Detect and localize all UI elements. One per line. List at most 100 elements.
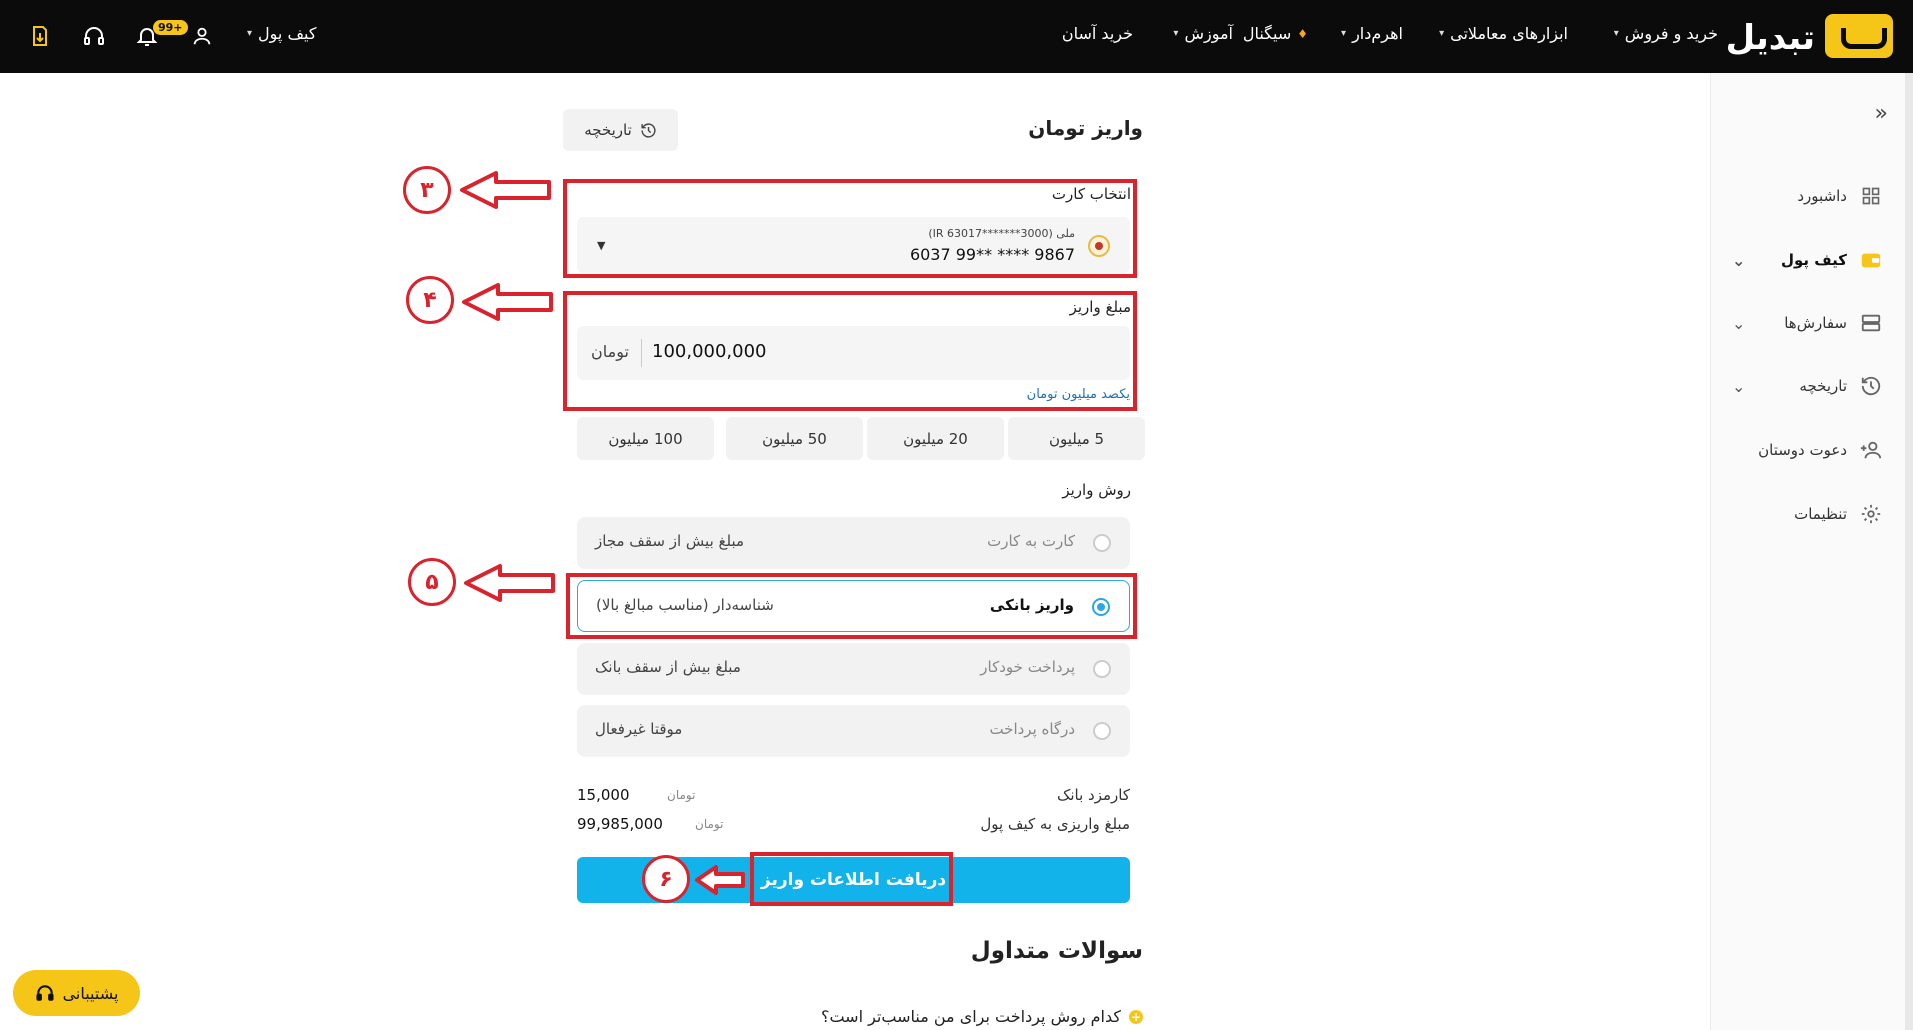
chevron-down-icon[interactable]: ⌄ bbox=[1732, 314, 1745, 333]
annotation-step-3: ۳ bbox=[403, 166, 451, 214]
fire-icon: ♦ bbox=[1297, 26, 1308, 41]
collapse-sidebar-icon[interactable]: » bbox=[1875, 101, 1888, 126]
fee-value: 99,985,000 bbox=[577, 815, 663, 833]
wallet-menu-label: کیف پول bbox=[258, 24, 317, 43]
history-icon bbox=[641, 122, 656, 138]
nav-label: ابزارهای معاملاتی bbox=[1450, 24, 1568, 43]
sidebar-item-history[interactable]: تاریخچه ⌄ bbox=[1710, 364, 1913, 408]
annotation-step-4: ۴ bbox=[406, 276, 454, 324]
sidebar-item-label: تاریخچه bbox=[1799, 377, 1847, 395]
nav-trading-tools[interactable]: ابزارهای معاملاتی ▾ bbox=[1439, 24, 1568, 43]
faq-title: سوالات متداول bbox=[970, 938, 1143, 964]
sidebar-item-label: تنظیمات bbox=[1794, 505, 1847, 523]
grid-icon bbox=[1859, 184, 1883, 208]
method-note: موقتا غیرفعال bbox=[595, 720, 683, 738]
sidebar-item-label: کیف پول bbox=[1781, 251, 1847, 269]
nav-label: اهرم‌دار bbox=[1352, 24, 1403, 43]
nav-label: سیگنال bbox=[1242, 24, 1292, 43]
method-payment-gateway[interactable]: درگاه پرداخت موقتا غیرفعال bbox=[577, 705, 1130, 757]
history-button[interactable]: تاریخچه bbox=[563, 109, 678, 151]
scrollbar[interactable] bbox=[1905, 73, 1913, 1030]
sidebar-item-label: دعوت دوستان bbox=[1758, 441, 1847, 459]
fee-label: مبلغ واریزی به کیف پول bbox=[980, 815, 1130, 833]
radio-button[interactable] bbox=[1093, 660, 1111, 678]
user-icon[interactable] bbox=[188, 22, 216, 50]
quick-amount-100m[interactable]: 100 میلیون bbox=[577, 417, 714, 460]
nav-label: آموزش bbox=[1184, 24, 1233, 43]
wallet-menu[interactable]: کیف پول ▾ bbox=[247, 24, 316, 43]
sidebar-item-invite[interactable]: دعوت دوستان bbox=[1710, 428, 1913, 472]
quick-amount-20m[interactable]: 20 میلیون bbox=[867, 417, 1004, 460]
top-navbar: تبدیل خرید و فروش ▾ ابزارهای معاملاتی ▾ اه… bbox=[0, 0, 1913, 73]
nav-label: خرید آسان bbox=[1061, 24, 1133, 43]
history-icon bbox=[1859, 374, 1883, 398]
wallet-icon bbox=[1859, 248, 1883, 272]
radio-button[interactable] bbox=[1093, 534, 1111, 552]
faq-question-text: کدام روش پرداخت برای من مناسب‌تر است؟ bbox=[820, 1007, 1121, 1026]
method-card-to-card[interactable]: کارت به کارت مبلغ بیش از سقف مجاز bbox=[577, 517, 1130, 569]
wallet-deposit-row: مبلغ واریزی به کیف پول تومان 99,985,000 bbox=[577, 815, 1130, 839]
headset-icon bbox=[36, 985, 54, 1001]
chevron-down-icon: ▾ bbox=[1613, 28, 1619, 39]
headset-icon[interactable] bbox=[80, 22, 108, 50]
annotation-arrow-icon bbox=[460, 171, 551, 209]
notification-badge: 99+ bbox=[153, 20, 188, 35]
fee-label: کارمزد بانک bbox=[1056, 786, 1130, 804]
annotation-arrow-icon bbox=[695, 865, 745, 895]
bank-fee-row: کارمزد بانک تومان 15,000 bbox=[577, 786, 1130, 810]
fee-unit: تومان bbox=[667, 788, 696, 802]
annotation-box-amount bbox=[563, 291, 1137, 411]
logo-mark-icon bbox=[1825, 14, 1893, 58]
nav-signal[interactable]: ♦ سیگنال bbox=[1243, 24, 1308, 43]
method-auto-payment[interactable]: پرداخت خودکار مبلغ بیش از سقف بانک bbox=[577, 643, 1130, 695]
chevron-down-icon[interactable]: ⌄ bbox=[1732, 251, 1745, 270]
annotation-box-card bbox=[563, 179, 1137, 278]
method-name: درگاه پرداخت bbox=[989, 720, 1075, 738]
chevron-down-icon: ▾ bbox=[1341, 28, 1347, 39]
download-app-icon[interactable] bbox=[26, 22, 54, 50]
nav-leverage[interactable]: اهرم‌دار ▾ bbox=[1341, 24, 1403, 43]
sidebar-item-label: سفارش‌ها bbox=[1784, 314, 1847, 332]
nav-buy-sell[interactable]: خرید و فروش ▾ bbox=[1614, 24, 1718, 43]
sidebar: » داشبورد کیف پول ⌄ سفارش‌ها ⌄ تاریخچه ⌄… bbox=[1710, 73, 1913, 1030]
quick-amount-50m[interactable]: 50 میلیون bbox=[726, 417, 863, 460]
gear-icon bbox=[1859, 502, 1883, 526]
method-name: پرداخت خودکار bbox=[980, 658, 1075, 676]
nav-easy-buy[interactable]: خرید آسان bbox=[1062, 24, 1133, 43]
faq-question[interactable]: + کدام روش پرداخت برای من مناسب‌تر است؟ bbox=[821, 1007, 1143, 1026]
chevron-down-icon: ▾ bbox=[1173, 28, 1179, 39]
invite-icon bbox=[1859, 438, 1883, 462]
annotation-step-5: ۵ bbox=[408, 558, 456, 606]
chevron-down-icon: ▾ bbox=[247, 28, 253, 39]
annotation-arrow-icon bbox=[464, 564, 555, 602]
annotation-box-method bbox=[566, 573, 1137, 639]
method-note: مبلغ بیش از سقف بانک bbox=[595, 658, 741, 676]
chevron-down-icon: ▾ bbox=[1439, 28, 1445, 39]
quick-amount-5m[interactable]: 5 میلیون bbox=[1008, 417, 1145, 460]
deposit-method-label: روش واریز bbox=[1062, 481, 1131, 499]
page-title: واریز تومان bbox=[1028, 116, 1143, 140]
annotation-step-6: ۶ bbox=[642, 855, 690, 903]
annotation-box-submit bbox=[750, 852, 953, 906]
support-label: پشتیبانی bbox=[62, 983, 119, 1003]
nav-label: خرید و فروش bbox=[1624, 24, 1718, 43]
sidebar-item-settings[interactable]: تنظیمات bbox=[1710, 492, 1913, 536]
method-name: کارت به کارت bbox=[987, 532, 1075, 550]
annotation-arrow-icon bbox=[462, 283, 553, 321]
fee-value: 15,000 bbox=[577, 786, 630, 804]
support-button[interactable]: پشتیبانی bbox=[13, 970, 140, 1016]
sidebar-item-label: داشبورد bbox=[1797, 187, 1847, 205]
plus-icon: + bbox=[1129, 1009, 1143, 1024]
fee-unit: تومان bbox=[695, 817, 724, 831]
method-note: مبلغ بیش از سقف مجاز bbox=[595, 532, 745, 550]
chevron-down-icon[interactable]: ⌄ bbox=[1732, 377, 1745, 396]
logo-text: تبدیل bbox=[1725, 18, 1815, 58]
nav-education[interactable]: آموزش ▾ bbox=[1173, 24, 1233, 43]
sidebar-item-orders[interactable]: سفارش‌ها ⌄ bbox=[1710, 301, 1913, 345]
sidebar-item-dashboard[interactable]: داشبورد bbox=[1710, 174, 1913, 218]
history-button-label: تاریخچه bbox=[584, 121, 632, 139]
brand-logo[interactable]: تبدیل bbox=[1723, 14, 1893, 58]
radio-button[interactable] bbox=[1093, 722, 1111, 740]
orders-icon bbox=[1859, 311, 1883, 335]
sidebar-item-wallet[interactable]: کیف پول ⌄ bbox=[1710, 238, 1913, 282]
